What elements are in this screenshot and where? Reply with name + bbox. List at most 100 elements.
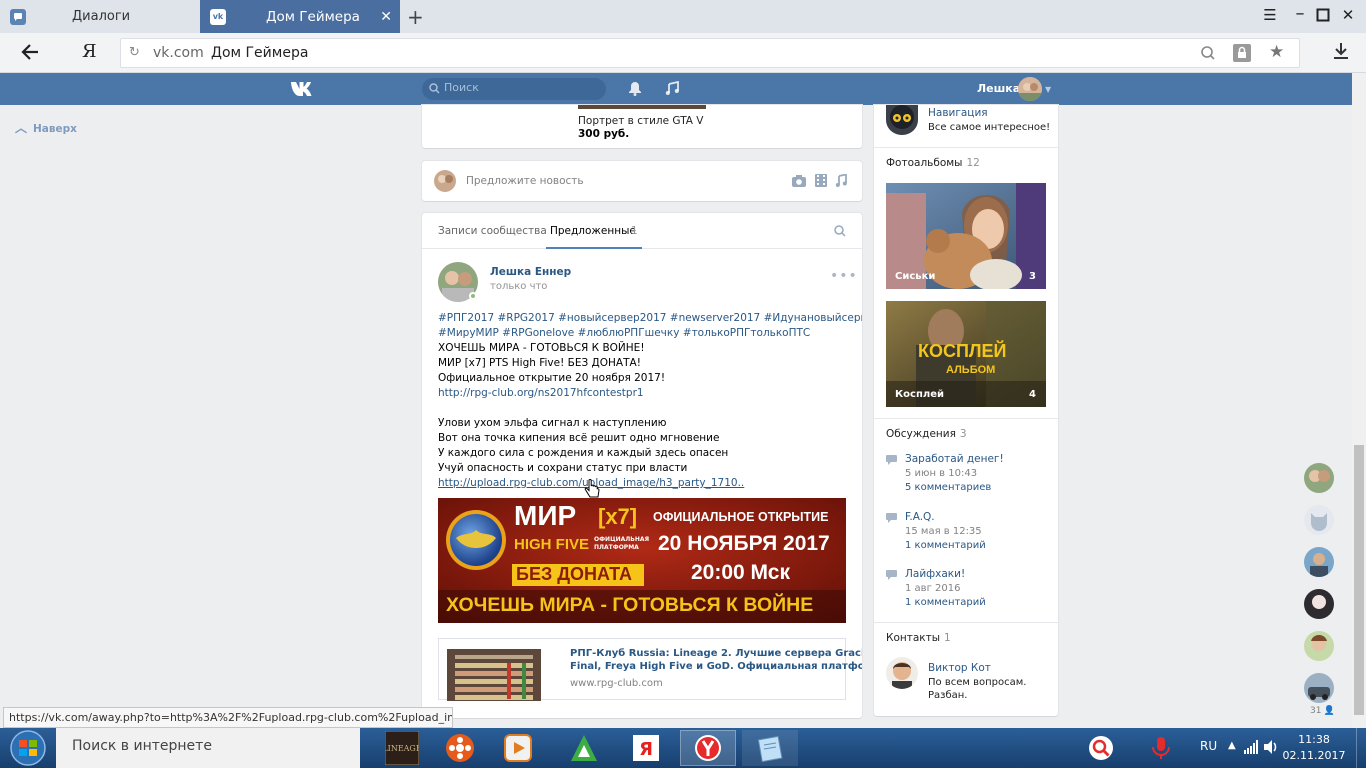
album-2[interactable]: КОСПЛЕЙ АЛЬБОМ Косплей 4 xyxy=(886,301,1046,407)
tab-dom-geimera[interactable]: vk Дом Геймера ✕ xyxy=(200,0,400,33)
minimize-icon[interactable]: – xyxy=(1290,3,1310,24)
translate-icon[interactable] xyxy=(1199,44,1217,62)
post-link[interactable]: http://rpg-club.org/ns2017hfcontestpr1 xyxy=(438,386,858,401)
chat-avatar[interactable] xyxy=(1304,547,1334,577)
post-hashtags[interactable]: #РПГ2017 #RPG2017 #новыйсервер2017 #news… xyxy=(438,311,862,326)
discussion-title[interactable]: Лайфхаки! xyxy=(905,568,986,580)
close-window-icon[interactable]: ✕ xyxy=(1338,6,1358,26)
discussion-comments[interactable]: 1 комментарий xyxy=(905,597,986,608)
vk-search-input[interactable]: Поиск xyxy=(422,78,606,100)
suggest-input[interactable]: Предложите новость xyxy=(466,175,584,187)
reload-icon[interactable]: ↻ xyxy=(129,45,140,60)
tab-title: Диалоги xyxy=(72,9,131,24)
yandex-browser-taskbar-icon[interactable] xyxy=(680,730,736,766)
product-title[interactable]: Портрет в стиле GTA V xyxy=(578,115,704,127)
snippet-title[interactable]: Final, Freya High Five и GoD. Официальна… xyxy=(570,661,862,672)
album-2-overlay-title: КОСПЛЕЙ xyxy=(918,341,1007,361)
microphone-tray-icon[interactable] xyxy=(1148,735,1174,761)
tab-community-posts[interactable]: Записи сообщества xyxy=(438,225,547,237)
albums-header[interactable]: Фотоальбомы 12 xyxy=(886,157,980,169)
chat-avatar[interactable] xyxy=(1304,589,1334,619)
product-image[interactable] xyxy=(578,105,706,109)
discussion-item[interactable]: Заработай денег! 5 июн в 10:43 5 коммент… xyxy=(886,453,1004,493)
user-menu-chevron-down-icon[interactable]: ▼ xyxy=(1045,85,1051,94)
navigation-avatar[interactable] xyxy=(886,105,918,135)
discussion-date: 1 авг 2016 xyxy=(905,583,961,594)
show-desktop-button[interactable] xyxy=(1356,728,1366,768)
post-time[interactable]: только что xyxy=(490,281,547,292)
audio-icon[interactable] xyxy=(835,174,847,188)
media-player-icon[interactable] xyxy=(490,730,546,766)
chat-sidebar: 31 👤 xyxy=(1298,455,1340,720)
tab-dialogs[interactable]: Диалоги xyxy=(0,0,200,33)
video-icon[interactable] xyxy=(815,174,827,187)
chat-avatar[interactable] xyxy=(1304,463,1334,493)
lock-icon[interactable] xyxy=(1233,44,1251,62)
banner-platform-2: ПЛАТФОРМА xyxy=(594,544,639,551)
bookmark-star-icon[interactable]: ★ xyxy=(1269,42,1284,62)
download-icon[interactable] xyxy=(1333,42,1349,60)
post-image-link[interactable]: http://upload.rpg-club.com/upload_image/… xyxy=(438,476,858,491)
vk-user-name[interactable]: Лешка xyxy=(977,82,1020,95)
chat-avatar[interactable] xyxy=(1304,505,1334,535)
discussion-title[interactable]: F.A.Q. xyxy=(905,511,986,523)
music-note-icon[interactable] xyxy=(665,81,679,96)
notifications-bell-icon[interactable] xyxy=(628,81,642,96)
taskbar-search-input[interactable]: Поиск в интернете xyxy=(56,728,360,768)
discussion-item[interactable]: Лайфхаки! 1 авг 2016 1 комментарий xyxy=(886,568,986,608)
navigation-link[interactable]: Навигация xyxy=(928,107,988,119)
vk-logo-icon[interactable] xyxy=(290,80,318,98)
menu-icon[interactable]: ☰ xyxy=(1260,6,1280,26)
post-hashtags[interactable]: #МируМИР #RPGonelove #люблюРПГшечку #тол… xyxy=(438,326,858,341)
volume-speaker-icon[interactable] xyxy=(1263,739,1279,755)
tab-suggested[interactable]: Предложенные 1 xyxy=(546,213,642,249)
maximize-icon[interactable] xyxy=(1313,6,1333,26)
post-more-icon[interactable]: ••• xyxy=(830,268,858,284)
clock-date: 02.11.2017 xyxy=(1282,749,1346,762)
notepad-icon[interactable] xyxy=(742,730,798,766)
discussion-comments[interactable]: 5 комментариев xyxy=(905,482,1004,493)
contact-avatar[interactable] xyxy=(886,657,918,689)
back-arrow-icon[interactable] xyxy=(20,42,40,62)
yandex-home-button[interactable]: Я xyxy=(82,41,97,62)
chat-avatar[interactable] xyxy=(1304,673,1334,703)
album-1[interactable]: Сиськи 3 xyxy=(886,183,1046,289)
camera-icon[interactable] xyxy=(792,175,806,187)
yandex-app-icon[interactable]: Я xyxy=(618,730,674,766)
app-icon-reel[interactable] xyxy=(432,730,488,766)
discussion-title[interactable]: Заработай денег! xyxy=(905,453,1004,465)
url-field[interactable]: ↻ vk.com Дом Геймера ★ xyxy=(120,38,1300,68)
windows-start-button[interactable] xyxy=(2,729,54,767)
suggest-news-box[interactable]: Предложите новость xyxy=(422,161,862,201)
taskbar-clock[interactable]: 11:38 02.11.2017 xyxy=(1282,732,1346,764)
user-avatar[interactable] xyxy=(1018,77,1042,101)
keyboard-language[interactable]: RU xyxy=(1200,739,1217,753)
navigation-subtitle: Все самое интересное! xyxy=(928,122,1051,133)
contacts-header[interactable]: Контакты 1 xyxy=(886,632,951,644)
discussion-date: 5 июн в 10:43 xyxy=(905,468,978,479)
discussions-header[interactable]: Обсуждения 3 xyxy=(886,428,967,440)
discussions-count: 3 xyxy=(959,428,967,440)
link-snippet[interactable]: РПГ-Клуб Russia: Lineage 2. Лучшие серве… xyxy=(438,638,862,701)
post-author-name[interactable]: Лешка Еннер xyxy=(490,266,571,278)
yandex-disk-icon[interactable] xyxy=(556,730,612,766)
wall-search-icon[interactable] xyxy=(834,225,846,237)
close-tab-icon[interactable]: ✕ xyxy=(380,9,392,25)
tray-chevron-up-icon[interactable]: ▲ xyxy=(1228,740,1236,751)
yandex-search-tray-icon[interactable] xyxy=(1088,735,1114,761)
snippet-title[interactable]: РПГ-Клуб Russia: Lineage 2. Лучшие серве… xyxy=(570,648,862,659)
discussion-comments[interactable]: 1 комментарий xyxy=(905,540,986,551)
lineage2-app-icon[interactable]: LINEAGE xyxy=(374,730,430,766)
contacts-count: 1 xyxy=(944,632,951,644)
discussion-item[interactable]: F.A.Q. 15 мая в 12:35 1 комментарий xyxy=(886,511,986,551)
scroll-to-top-link[interactable]: ︿ Наверх xyxy=(15,119,77,136)
scrollbar-thumb[interactable] xyxy=(1354,445,1364,715)
banner-mir: МИР xyxy=(514,500,577,531)
chat-avatar[interactable] xyxy=(1304,631,1334,661)
new-tab-icon[interactable]: + xyxy=(407,5,424,29)
comment-bubble-icon xyxy=(886,570,897,580)
online-friends-count[interactable]: 31 👤 xyxy=(1310,706,1335,716)
post-banner-image[interactable]: МИР [x7] HIGH FIVE ОФИЦИАЛЬНАЯ ПЛАТФОРМА… xyxy=(438,498,846,623)
network-signal-icon[interactable] xyxy=(1244,740,1260,754)
contact-name[interactable]: Виктор Кот xyxy=(928,662,991,674)
